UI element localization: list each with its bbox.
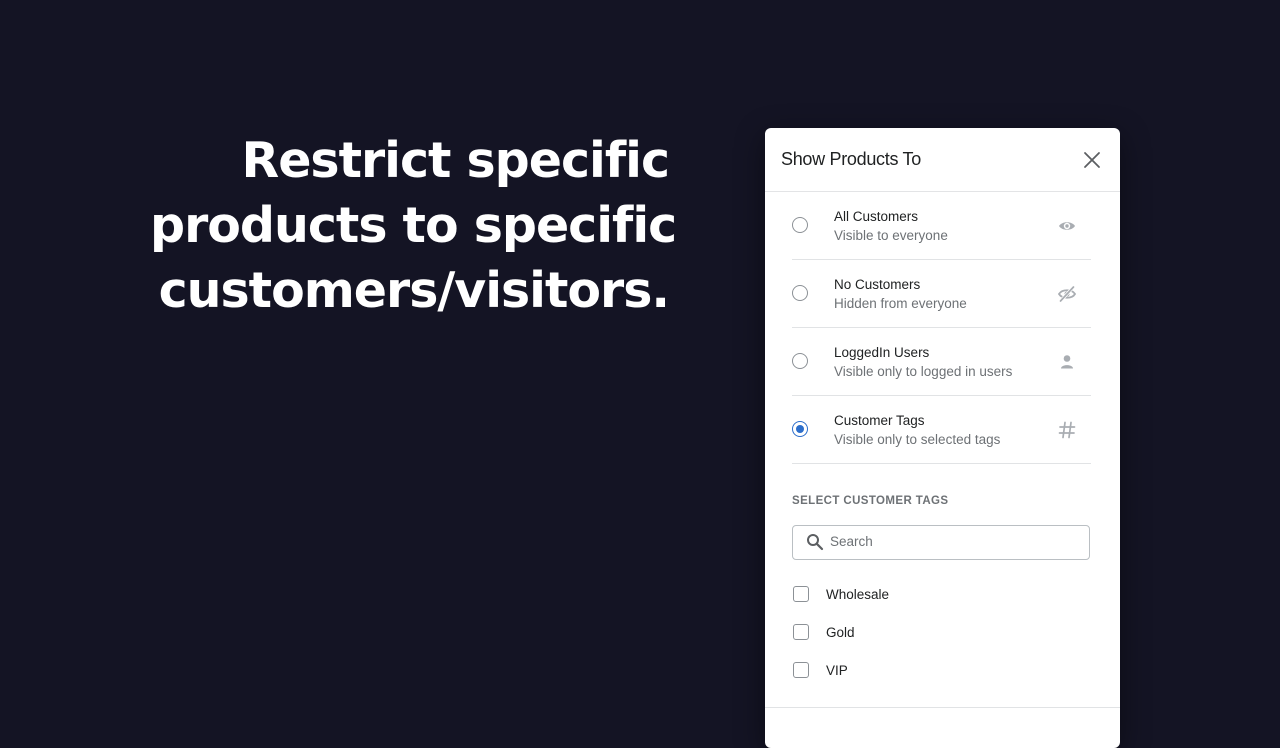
radio-loggedin-users[interactable] <box>792 353 808 369</box>
hashtag-icon <box>1058 421 1076 439</box>
eye-off-icon <box>1057 285 1077 303</box>
tags-section-label: SELECT CUSTOMER TAGS <box>792 495 949 507</box>
footer-divider <box>765 707 1120 708</box>
modal-header: Show Products To <box>765 128 1120 192</box>
tag-item-wholesale[interactable]: Wholesale <box>793 586 1073 624</box>
option-loggedin-users[interactable]: LoggedIn Users Visible only to logged in… <box>792 328 1091 396</box>
checkbox-gold[interactable] <box>793 624 809 640</box>
headline: Restrict specific products to specific c… <box>150 128 677 323</box>
option-title: LoggedIn Users <box>834 345 930 360</box>
modal-title: Show Products To <box>781 149 921 169</box>
option-title: No Customers <box>834 277 921 292</box>
option-no-customers[interactable]: No Customers Hidden from everyone <box>792 260 1091 328</box>
option-title: All Customers <box>834 209 919 224</box>
option-subtitle: Hidden from everyone <box>834 296 967 311</box>
search-input[interactable] <box>830 526 1080 557</box>
tag-search-box[interactable] <box>792 525 1090 560</box>
radio-customer-tags[interactable] <box>792 421 808 437</box>
checkbox-wholesale[interactable] <box>793 586 809 602</box>
visibility-options: All Customers Visible to everyone No Cus… <box>792 192 1091 464</box>
tag-item-gold[interactable]: Gold <box>793 624 1073 662</box>
search-icon <box>807 534 824 551</box>
show-products-modal: Show Products To All Customers Visible t… <box>765 128 1120 748</box>
checkbox-vip[interactable] <box>793 662 809 678</box>
tag-list: Wholesale Gold VIP <box>793 586 1073 700</box>
close-button[interactable] <box>1082 150 1102 170</box>
close-icon <box>1084 152 1100 168</box>
headline-line-1: Restrict specific <box>241 132 670 189</box>
option-subtitle: Visible only to logged in users <box>834 364 1013 379</box>
headline-line-3: customers/visitors. <box>158 262 670 319</box>
headline-line-2: products to specific <box>150 197 677 254</box>
option-all-customers[interactable]: All Customers Visible to everyone <box>792 192 1091 260</box>
tag-label: VIP <box>826 663 848 678</box>
tag-item-vip[interactable]: VIP <box>793 662 1073 700</box>
radio-no-customers[interactable] <box>792 285 808 301</box>
option-title: Customer Tags <box>834 413 925 428</box>
person-icon <box>1061 355 1073 369</box>
tag-label: Wholesale <box>826 587 890 602</box>
option-customer-tags[interactable]: Customer Tags Visible only to selected t… <box>792 396 1091 464</box>
option-subtitle: Visible only to selected tags <box>834 432 1001 447</box>
eye-icon <box>1059 222 1075 230</box>
radio-all-customers[interactable] <box>792 217 808 233</box>
tag-label: Gold <box>826 625 855 640</box>
option-subtitle: Visible to everyone <box>834 228 948 243</box>
